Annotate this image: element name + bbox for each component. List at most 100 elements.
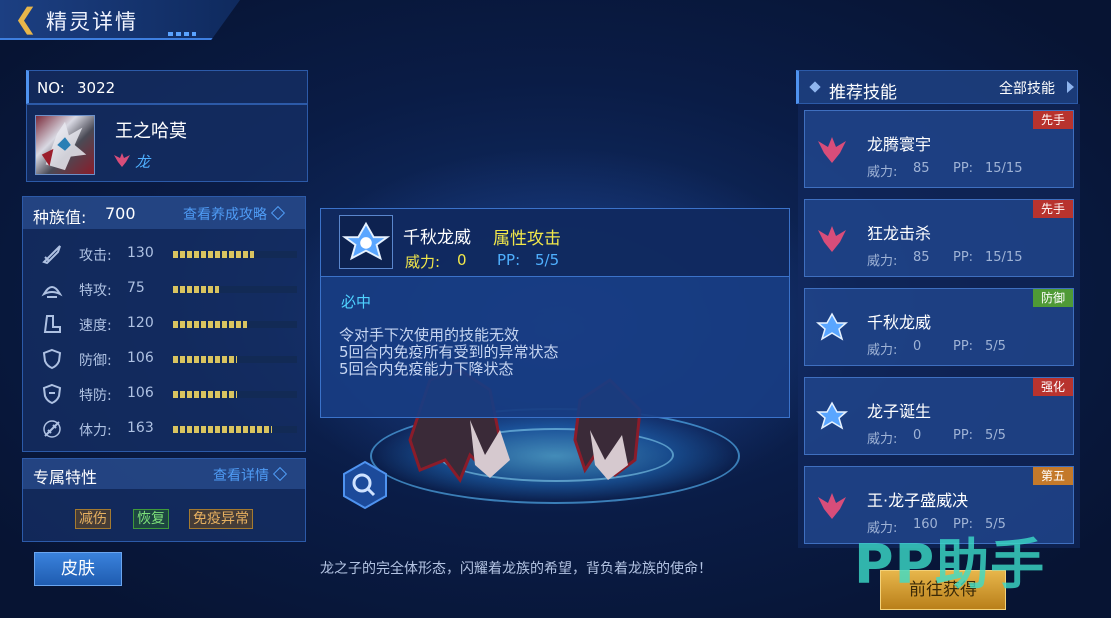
skill-name: 龙腾寰宇: [867, 135, 932, 154]
dragon-skill-icon: [818, 493, 846, 519]
star-skill-icon: [815, 401, 849, 430]
skill-badge: 先手: [1033, 111, 1073, 129]
stat-label: 特防:: [79, 388, 112, 404]
pet-number-label: NO:: [37, 79, 65, 97]
pet-avatar: [35, 115, 95, 175]
stat-label: 攻击:: [79, 248, 112, 264]
traits-panel: 专属特性 查看详情 减伤 恢复 免疫异常: [22, 458, 306, 542]
skill-badge: 强化: [1033, 378, 1073, 396]
stat-value: 163: [127, 420, 154, 436]
stat-bar-fill: [173, 426, 273, 433]
skill-detail-name: 千秋龙威: [403, 228, 471, 248]
skill-detail-effect: 必中: [341, 293, 372, 311]
stats-panel: 种族值: 700 查看养成攻略 攻击: 130 特攻: 75 速度: 120 防…: [22, 196, 306, 452]
stat-value: 130: [127, 245, 154, 261]
skill-power: 0: [913, 339, 922, 354]
pet-avatar-art: [41, 121, 87, 171]
stat-row-defense: 防御: 106: [23, 342, 305, 376]
header-diamond-icon: [809, 81, 821, 93]
skill-power-label: 威力:: [867, 254, 898, 269]
skill-power-label: 威力:: [867, 432, 898, 447]
trait-tag: 减伤: [75, 509, 111, 529]
stat-bar: [173, 286, 297, 293]
skill-badge: 第五: [1033, 467, 1073, 485]
stat-bar-fill: [173, 286, 219, 293]
zoom-search-icon[interactable]: [340, 460, 390, 510]
stat-value: 106: [127, 385, 154, 401]
info-diamond-icon: [272, 466, 288, 482]
skill-power-label: 威力:: [867, 165, 898, 180]
trait-tag: 免疫异常: [189, 509, 253, 529]
all-skills-link[interactable]: 全部技能: [999, 78, 1055, 98]
skill-card[interactable]: 千秋龙威 威力: 0 PP: 5/5 防御: [804, 288, 1074, 366]
skill-list: 龙腾寰宇 威力: 85 PP: 15/15 先手 狂龙击杀 威力: 85 PP:…: [798, 104, 1080, 548]
skill-card[interactable]: 龙子诞生 威力: 0 PP: 5/5 强化: [804, 377, 1074, 455]
star-skill-icon: [815, 312, 849, 341]
pet-type: 龙: [135, 153, 151, 171]
pet-number-bar: NO: 3022: [26, 70, 308, 104]
stat-bar: [173, 391, 297, 398]
hp-icon: [43, 420, 61, 438]
skill-badge: 先手: [1033, 200, 1073, 218]
skill-pp: 5/5: [985, 428, 1006, 443]
skill-detail-power: 0: [457, 251, 467, 269]
stat-row-attack: 攻击: 130: [23, 237, 305, 271]
dragon-skill-icon: [818, 137, 846, 163]
skill-pp-label: PP:: [953, 161, 974, 176]
back-arrow-icon[interactable]: ❮: [14, 4, 38, 34]
stat-bar-fill: [173, 321, 248, 328]
skin-button[interactable]: 皮肤: [34, 552, 122, 586]
skill-desc-line: 5回合内免疫能力下降状态: [339, 360, 514, 378]
special-attack-icon: [41, 286, 63, 298]
traits-detail-link[interactable]: 查看详情: [213, 465, 288, 485]
special-defense-icon: [42, 383, 62, 405]
skill-badge: 防御: [1033, 289, 1073, 307]
skill-card[interactable]: 龙腾寰宇 威力: 85 PP: 15/15 先手: [804, 110, 1074, 188]
skill-pp: 15/15: [985, 161, 1023, 176]
skill-card[interactable]: 狂龙击杀 威力: 85 PP: 15/15 先手: [804, 199, 1074, 277]
skill-detail-description: 令对手下次使用的技能无效 5回合内免疫所有受到的异常状态 5回合内免疫能力下降状…: [339, 327, 559, 378]
skill-desc-line: 5回合内免疫所有受到的异常状态: [339, 343, 559, 361]
skill-detail-header: 千秋龙威 属性攻击 威力: 0 PP: 5/5: [321, 209, 789, 277]
star-skill-icon: [341, 221, 391, 261]
guide-link-label: 查看养成攻略: [183, 207, 267, 223]
stat-bar: [173, 426, 297, 433]
skill-name: 狂龙击杀: [867, 224, 932, 243]
skill-name: 龙子诞生: [867, 402, 932, 421]
stat-bar: [173, 251, 297, 258]
stat-row-special-attack: 特攻: 75: [23, 272, 305, 306]
guide-link[interactable]: 查看养成攻略: [183, 204, 286, 224]
pet-description: 龙之子的完全体形态，闪耀着龙族的希望，背负着龙族的使命！: [320, 561, 712, 577]
skill-pp-label: PP:: [953, 250, 974, 265]
stat-label: 防御:: [79, 353, 112, 369]
traits-header: 专属特性 查看详情: [23, 459, 305, 489]
skill-detail-category: 属性攻击: [493, 229, 561, 249]
skill-detail-pp: 5/5: [535, 251, 560, 269]
stat-value: 106: [127, 350, 154, 366]
trait-tag: 恢复: [133, 509, 169, 529]
skill-name: 王·龙子盛威决: [867, 491, 969, 510]
chevron-right-icon[interactable]: [1067, 81, 1074, 93]
stat-label: 体力:: [79, 423, 112, 439]
info-diamond-icon: [270, 205, 286, 221]
stat-value: 75: [127, 280, 145, 296]
recommended-skills-header: 推荐技能 全部技能: [796, 70, 1078, 104]
stat-row-hp: 体力: 163: [23, 412, 305, 446]
attack-icon: [42, 245, 61, 265]
skill-power-label: 威力:: [867, 343, 898, 358]
stat-bar: [173, 321, 297, 328]
skill-detail-popup: 千秋龙威 属性攻击 威力: 0 PP: 5/5 必中 令对手下次使用的技能无效 …: [320, 208, 790, 418]
stats-header: 种族值: 700 查看养成攻略: [23, 197, 305, 229]
skill-detail-power-label: 威力:: [405, 253, 441, 271]
dragon-skill-icon: [818, 226, 846, 252]
defense-icon: [42, 348, 62, 370]
skill-pp: 15/15: [985, 250, 1023, 265]
traits-title: 专属特性: [33, 468, 98, 487]
stat-label: 速度:: [79, 318, 112, 334]
skill-detail-icon-frame: [339, 215, 393, 269]
skill-pp-label: PP:: [953, 428, 974, 443]
speed-icon: [43, 315, 61, 333]
page-title: 精灵详情: [46, 10, 138, 34]
skill-power: 85: [913, 161, 930, 176]
stat-value: 120: [127, 315, 154, 331]
